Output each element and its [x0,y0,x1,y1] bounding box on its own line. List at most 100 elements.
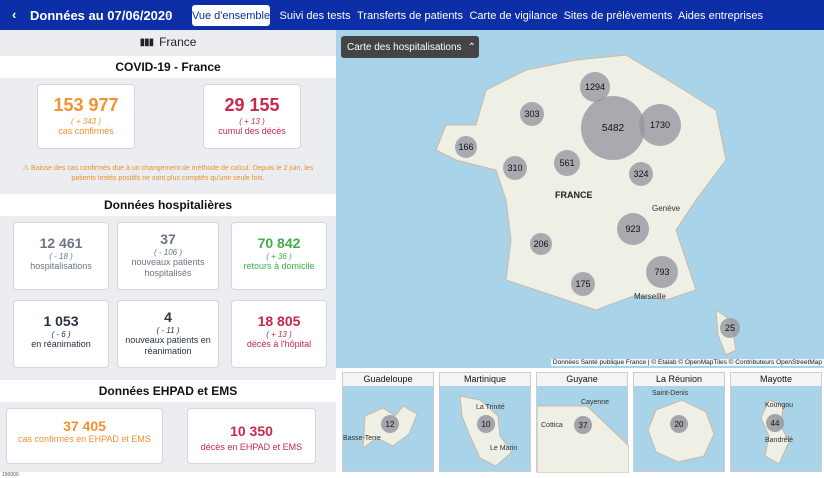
map-bubble[interactable]: 310 [503,156,527,180]
dom-place-label-2: Bandrélé [765,437,794,444]
ehpad-section-title: Données EHPAD et EMS [0,380,336,402]
city-label-marseille: Marseille [634,292,667,301]
dom-place-label-2: Le Marin [490,445,518,452]
deaths-value: 29 155 [224,95,280,115]
dom-bubble: 12 [381,415,399,433]
dom-bubble: 20 [670,415,688,433]
chart-strip: 150000 [0,472,336,478]
map-bubble[interactable]: 324 [629,162,653,186]
dom-place-label: La Trinité [476,404,505,411]
hosp-section-title: Données hospitalières [0,194,336,216]
ehpad-deaths-label: décès en EHPAD et EMS [200,442,303,452]
ehpad-deaths-value: 10 350 [230,423,273,439]
france-map[interactable]: Carte des hospitalisations ⌃ FRANCE Genè… [336,30,824,368]
map-bubble[interactable]: 303 [520,102,544,126]
chevron-right-icon[interactable]: › [166,7,170,22]
map-layer-button[interactable]: Carte des hospitalisations ⌃ [341,36,479,58]
region-label: France [159,35,197,49]
dom-title: Mayotte [731,373,821,386]
newicu-value: 4 [164,309,172,325]
dom-bubble: 10 [477,415,495,433]
chart-tick-label: 150000 [2,472,19,478]
icu-delta: ( - 6 ) [51,330,71,339]
map-bubble[interactable]: 793 [646,256,678,288]
covid-section-title: COVID-19 - France [0,56,336,78]
newicu-card[interactable]: 4 ( - 11 ) nouveaux patients en réanimat… [117,300,219,368]
tab-aides[interactable]: Aides entreprises [678,5,763,26]
top-nav-bar: ‹ Données au 07/06/2020 › Vue d'ensemble… [0,0,824,30]
tab-overview[interactable]: Vue d'ensemble [192,5,270,26]
newicu-delta: ( - 11 ) [156,326,180,335]
tab-tests[interactable]: Suivi des tests [278,5,352,26]
hospdeaths-delta: ( + 13 ) [266,330,292,339]
deaths-label: cumul des décès [218,126,286,136]
deaths-delta: ( + 13 ) [239,117,265,126]
map-bubble[interactable]: 5482 [581,96,645,160]
home-label: retours à domicile [243,261,315,271]
ehpad-cases-label: cas confirmés en EHPAD et EMS [18,434,151,444]
country-label: FRANCE [555,190,593,200]
map-bubble[interactable]: 923 [617,213,649,245]
map-bubble[interactable]: 1730 [639,104,681,146]
confirmed-card[interactable]: 153 977 ( + 343 ) cas confirmés [37,84,135,149]
map-bubble[interactable]: 25 [720,318,740,338]
deaths-card[interactable]: 29 155 ( + 13 ) cumul des décès [203,84,301,149]
bar-chart-icon: ▮▮▮ [139,36,154,48]
confirmed-value: 153 977 [53,95,119,115]
hosp-card[interactable]: 12 461 ( - 18 ) hospitalisations [13,222,109,290]
icu-value: 1 053 [43,313,79,329]
left-panel: ▮▮▮ France COVID-19 - France 153 977 ( +… [0,30,336,478]
newhosp-value: 37 [160,231,176,247]
dom-title: Martinique [440,373,530,386]
dom-map-martinique[interactable]: Martinique La Trinité 10 Le Marin [439,372,531,472]
dom-map-mayotte[interactable]: Mayotte Koungou 44 Bandrélé [730,372,822,472]
dom-bubble: 37 [574,416,592,434]
warning-text: ⚠ Baisse des cas confirmés due à un chan… [22,165,314,182]
city-label-geneve: Genève [652,204,681,213]
icu-label: en réanimation [31,339,91,349]
date-title: Données au 07/06/2020 [30,8,173,23]
newhosp-delta: ( - 106 ) [153,248,182,257]
hospdeaths-value: 18 805 [257,313,301,329]
dom-place-label-2: Cottica [541,422,563,429]
map-bubble[interactable]: 166 [455,136,477,158]
confirmed-label: cas confirmés [58,126,114,136]
home-card[interactable]: 70 842 ( + 36 ) retours à domicile [231,222,327,290]
tab-vigilance[interactable]: Carte de vigilance [469,5,558,26]
dom-map-reunion[interactable]: La Réunion Saint-Denis 20 [633,372,725,472]
dom-title: La Réunion [634,373,724,386]
newhosp-label: nouveaux patients hospitalisés [131,257,205,278]
dom-place-label: Basse-Terre [343,435,381,442]
hosp-value: 12 461 [39,235,83,251]
map-layer-label: Carte des hospitalisations [347,41,462,53]
dom-place-label: Cayenne [581,399,610,406]
dom-place-label: Koungou [765,402,794,409]
ehpad-cases-value: 37 405 [63,418,106,434]
hospdeaths-label: décès à l'hôpital [246,339,312,349]
home-delta: ( + 36 ) [266,252,292,261]
map-bubble[interactable]: 206 [530,233,552,255]
map-bubble[interactable]: 175 [571,272,595,296]
dom-map-guyane[interactable]: Guyane Cayenne Cottica 37 [536,372,629,473]
home-value: 70 842 [257,235,301,251]
dom-place-label: Saint-Denis [652,390,689,397]
hosp-label: hospitalisations [30,261,92,271]
ehpad-cases-card[interactable]: 37 405 cas confirmés en EHPAD et EMS [6,408,163,464]
dom-title: Guadeloupe [343,373,433,386]
tab-sites[interactable]: Sites de prélèvements [564,5,672,26]
chevron-left-icon[interactable]: ‹ [12,7,16,22]
region-selector[interactable]: ▮▮▮ France [0,30,336,54]
ehpad-deaths-card[interactable]: 10 350 décès en EHPAD et EMS [187,408,316,464]
newicu-label: nouveaux patients en réanimation [125,335,211,356]
confirmed-delta: ( + 343 ) [70,117,101,126]
icu-card[interactable]: 1 053 ( - 6 ) en réanimation [13,300,109,368]
map-attribution: Données Santé publique France | © Etalab… [550,359,824,366]
chevron-up-icon: ⌃ [467,41,476,53]
dom-map-guadeloupe[interactable]: Guadeloupe 12 Basse-Terre [342,372,434,472]
tab-transfers[interactable]: Transferts de patients [357,5,463,26]
map-bubble[interactable]: 561 [554,150,580,176]
hospdeaths-card[interactable]: 18 805 ( + 13 ) décès à l'hôpital [231,300,327,368]
hosp-delta: ( - 18 ) [49,252,73,261]
dom-bubble: 44 [766,414,784,432]
newhosp-card[interactable]: 37 ( - 106 ) nouveaux patients hospitali… [117,222,219,290]
